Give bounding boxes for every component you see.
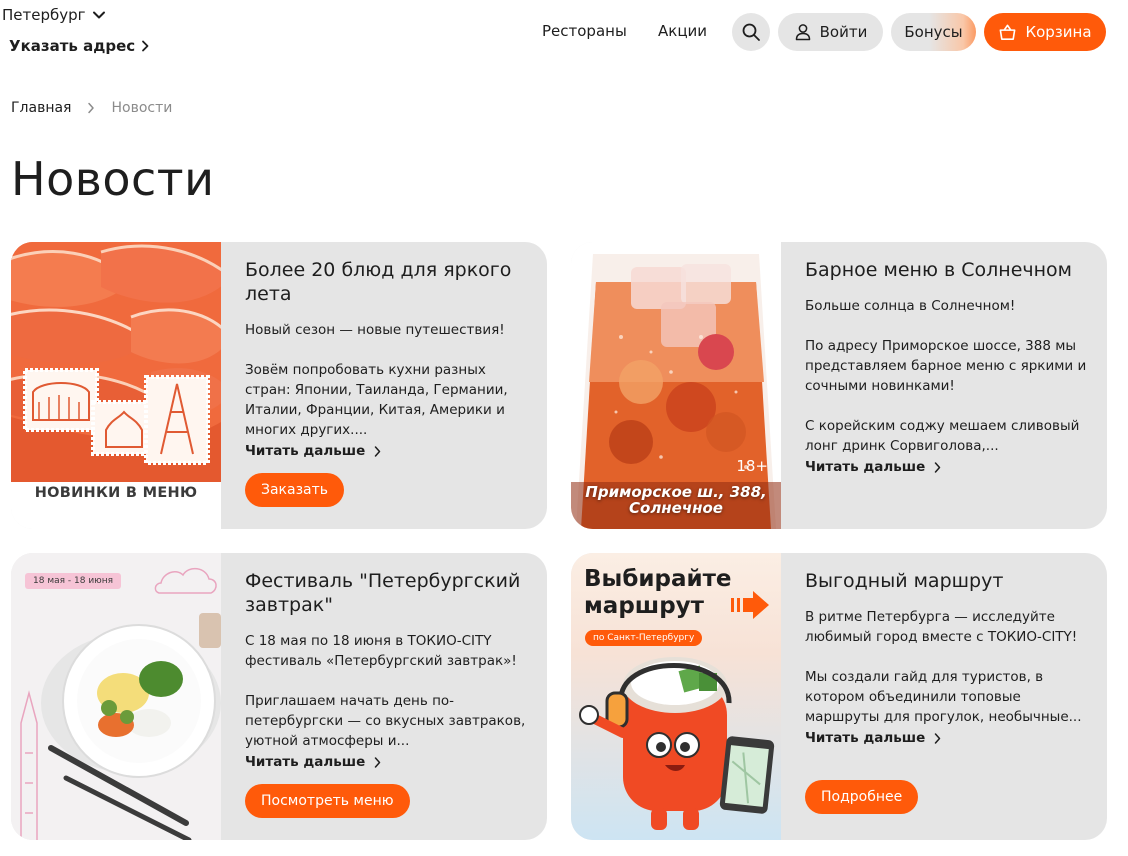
news-card: 18+ Приморское ш., 388, Солнечное Барное… (571, 242, 1107, 529)
news-image-salmon[interactable]: НОВИНКИ В МЕНЮ (11, 242, 221, 529)
news-card: 18 мая - 18 июня Фестиваль "Петербургски… (11, 553, 547, 840)
card-title[interactable]: Более 20 блюд для яркого лета (245, 258, 529, 306)
bonuses-button[interactable]: Бонусы (891, 13, 976, 51)
news-card: Выбирайте маршрут по Санкт-Петербургу Вы… (571, 553, 1107, 840)
chevron-right-icon (375, 445, 381, 457)
search-icon (742, 23, 760, 41)
read-more-link[interactable]: Читать дальше (805, 730, 941, 746)
breakfast-illustration (11, 553, 221, 840)
card-paragraph: С корейским соджу мешаем сливовый лонг д… (805, 418, 1080, 454)
basket-icon (1000, 24, 1016, 40)
card-paragraph: С 18 мая по 18 июня в ТОКИО-CITY фестива… (245, 633, 517, 669)
chevron-right-icon (88, 102, 95, 114)
read-more-link[interactable]: Читать дальше (805, 459, 941, 475)
card-paragraph: Зовём попробовать кухни разных стран: Яп… (245, 362, 508, 438)
chevron-right-icon (142, 40, 149, 52)
city-selector[interactable]: Петербург (2, 6, 106, 24)
search-button[interactable] (732, 13, 770, 51)
read-more-link[interactable]: Читать дальше (245, 754, 381, 770)
breadcrumb-current: Новости (111, 100, 173, 116)
read-more-label: Читать дальше (245, 443, 366, 459)
breadcrumb: Главная Новости (11, 100, 172, 116)
view-menu-button[interactable]: Посмотреть меню (245, 784, 410, 818)
image-caption: НОВИНКИ В МЕНЮ (34, 485, 198, 501)
news-image-drink[interactable]: 18+ Приморское ш., 388, Солнечное (571, 242, 781, 529)
chevron-down-icon (92, 11, 105, 19)
read-more-label: Читать дальше (245, 754, 366, 770)
city-name: Петербург (2, 6, 86, 24)
chevron-right-icon (935, 732, 941, 744)
login-label: Войти (819, 23, 868, 41)
read-more-link[interactable]: Читать дальше (245, 443, 381, 459)
chevron-right-icon (375, 756, 381, 768)
cart-label: Корзина (1025, 23, 1092, 41)
read-more-label: Читать дальше (805, 459, 926, 475)
breadcrumb-home[interactable]: Главная (11, 100, 71, 116)
date-tag: 18 мая - 18 июня (25, 573, 122, 589)
card-paragraph: Приглашаем начать день по-петербургски —… (245, 693, 526, 749)
image-title: Выбирайте маршрут (584, 566, 732, 619)
read-more-label: Читать дальше (805, 730, 926, 746)
order-button[interactable]: Заказать (245, 473, 345, 507)
nav-promos[interactable]: Акции (658, 22, 707, 40)
card-title[interactable]: Выгодный маршрут (805, 569, 1089, 593)
chevron-right-icon (935, 461, 941, 473)
card-paragraph: Новый сезон — новые путешествия! (245, 322, 505, 338)
user-icon (795, 24, 810, 41)
age-restriction-label: 18+ (736, 457, 768, 475)
set-address-link[interactable]: Указать адрес (9, 37, 150, 55)
card-paragraph: Больше солнца в Солнечном! (805, 298, 1016, 314)
page-title: Новости (11, 152, 215, 206)
card-paragraph: В ритме Петербурга — исследуйте любимый … (805, 609, 1078, 645)
image-tag: по Санкт-Петербургу (585, 630, 703, 646)
details-button[interactable]: Подробнее (805, 780, 919, 814)
news-card: НОВИНКИ В МЕНЮ Более 20 блюд для яркого … (11, 242, 547, 529)
bonuses-label: Бонусы (904, 23, 963, 41)
card-title[interactable]: Барное меню в Солнечном (805, 258, 1089, 282)
nav-restaurants[interactable]: Рестораны (542, 22, 627, 40)
image-caption: Приморское ш., 388, Солнечное (585, 483, 767, 517)
set-address-label: Указать адрес (9, 37, 136, 55)
news-image-breakfast[interactable]: 18 мая - 18 июня (11, 553, 221, 840)
news-image-route[interactable]: Выбирайте маршрут по Санкт-Петербургу (571, 553, 781, 840)
card-title[interactable]: Фестиваль "Петербургский завтрак" (245, 569, 529, 617)
card-paragraph: По адресу Приморское шоссе, 388 мы предс… (805, 338, 1087, 394)
cart-button[interactable]: Корзина (984, 13, 1106, 51)
login-button[interactable]: Войти (778, 13, 883, 51)
card-paragraph: Мы создали гайд для туристов, в котором … (805, 669, 1082, 725)
